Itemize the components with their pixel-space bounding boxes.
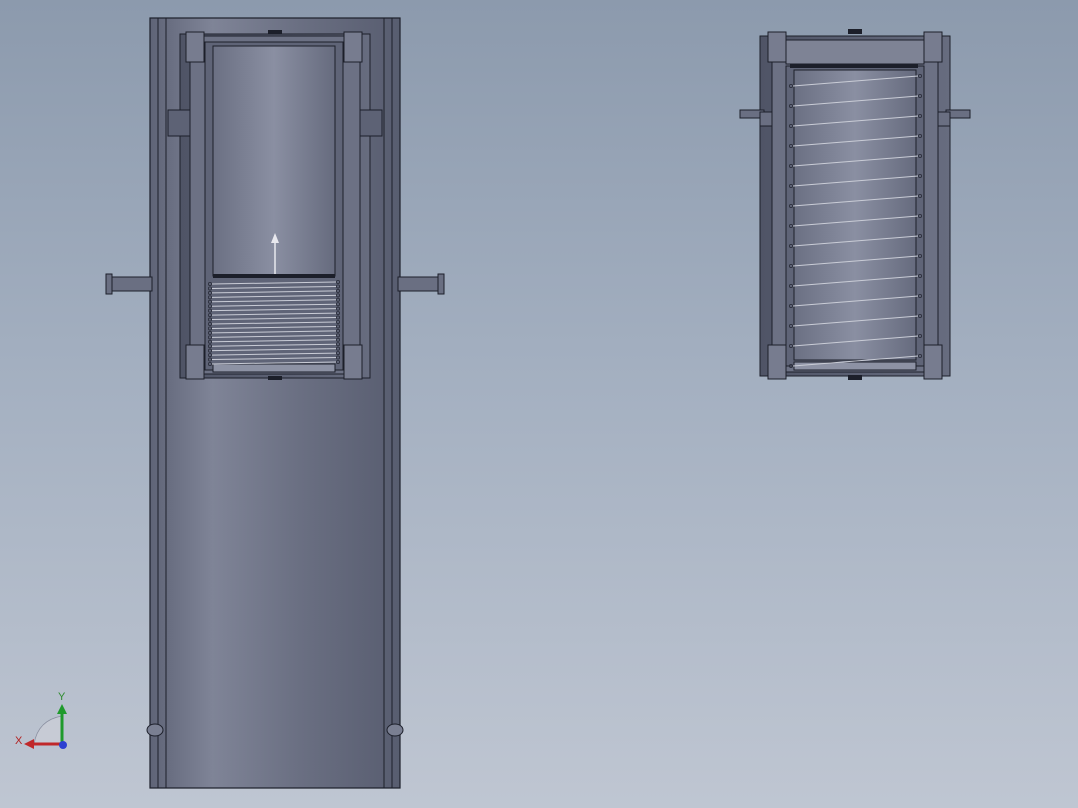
right-cartridge-assembly[interactable] — [739, 29, 971, 380]
left-housing-assembly[interactable] — [105, 17, 445, 789]
right-nozzle — [397, 273, 445, 295]
boss-right — [386, 723, 404, 737]
triad-x-arrow — [24, 739, 34, 749]
triad-y-arrow — [57, 704, 67, 714]
triad-z-axis — [59, 741, 67, 749]
left-nozzle — [105, 273, 153, 295]
coordinate-triad: X Y — [15, 691, 67, 749]
triad-y-label: Y — [58, 691, 66, 703]
triad-plane — [33, 715, 63, 745]
cartridge-right-flange — [937, 109, 971, 127]
cad-graphics-area[interactable]: X Y — [0, 0, 1078, 808]
boss-left — [146, 723, 164, 737]
cartridge-left-flange — [739, 109, 773, 127]
triad-x-label: X — [15, 735, 23, 747]
